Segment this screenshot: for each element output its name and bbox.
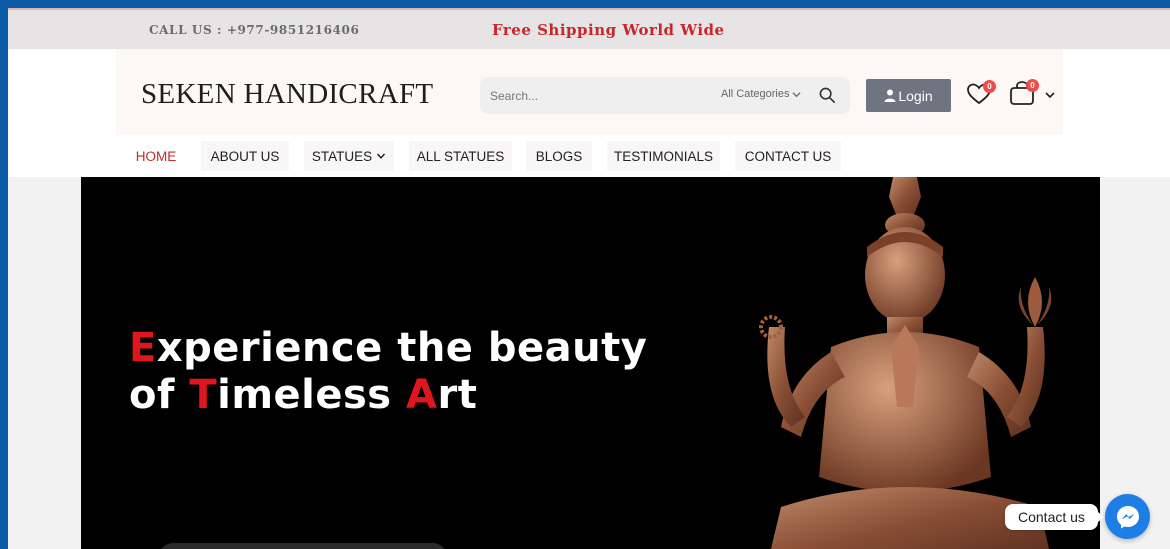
chevron-down-icon xyxy=(792,91,802,97)
browser-viewport: CALL US : +977-9851216406 Free Shipping … xyxy=(8,8,1170,549)
nav-statues[interactable]: STATUES xyxy=(304,141,394,171)
nav-all-statues-label: ALL STATUES xyxy=(416,148,505,164)
hero-headline-line2: of Timeless Art xyxy=(129,372,647,419)
nav-contact-us[interactable]: CONTACT US xyxy=(735,141,841,171)
site-header: SEKEN HANDICRAFT All Categories Login xyxy=(8,49,1170,177)
top-bar: CALL US : +977-9851216406 Free Shipping … xyxy=(8,8,1170,49)
search-input[interactable] xyxy=(490,86,690,106)
login-label: Login xyxy=(898,87,933,104)
hero-shop-button[interactable] xyxy=(159,543,447,549)
hero-line1-text: xperience the beauty xyxy=(156,325,648,371)
user-icon xyxy=(884,89,896,102)
nav-blogs-label: BLOGS xyxy=(535,148,583,164)
call-us-text[interactable]: CALL US : +977-9851216406 xyxy=(149,23,359,37)
free-shipping-text: Free Shipping World Wide xyxy=(492,21,725,39)
nav-home-label: HOME xyxy=(135,148,177,164)
messenger-button[interactable] xyxy=(1105,494,1150,539)
hero-banner[interactable]: Experience the beauty of Timeless Art xyxy=(81,177,1100,549)
hero-letter-a: A xyxy=(406,372,438,418)
hero-headline-line1: Experience the beauty xyxy=(129,325,647,372)
nav-all-statues[interactable]: ALL STATUES xyxy=(409,141,512,171)
contact-us-label[interactable]: Contact us xyxy=(1005,504,1104,530)
chevron-down-icon xyxy=(377,153,386,159)
chevron-down-icon[interactable] xyxy=(1044,89,1056,101)
hero-letter-t: T xyxy=(189,372,218,418)
nav-home[interactable]: HOME xyxy=(128,141,184,171)
cart-count-badge: 0 xyxy=(1026,79,1039,92)
nav-about-us-label: ABOUT US xyxy=(210,148,280,164)
hero-line2-rt: rt xyxy=(437,372,478,418)
nav-statues-label: STATUES xyxy=(311,148,373,164)
wishlist-count-badge: 0 xyxy=(983,80,996,93)
messenger-icon xyxy=(1116,505,1139,528)
hero-headline: Experience the beauty of Timeless Art xyxy=(129,325,647,419)
statue-image xyxy=(759,177,1052,549)
search-icon[interactable] xyxy=(818,86,836,104)
nav-testimonials-label: TESTIMONIALS xyxy=(613,148,713,164)
category-select[interactable]: All Categories xyxy=(721,88,802,100)
main-nav: HOME ABOUT US STATUES ALL STATUES BLOGS … xyxy=(8,141,1170,171)
site-logo[interactable]: SEKEN HANDICRAFT xyxy=(141,78,433,111)
nav-blogs[interactable]: BLOGS xyxy=(526,141,592,171)
nav-contact-us-label: CONTACT US xyxy=(744,148,832,164)
nav-testimonials[interactable]: TESTIMONIALS xyxy=(607,141,720,171)
login-button[interactable]: Login xyxy=(866,79,951,112)
hero-line2-timeless: imeless xyxy=(217,372,407,418)
hero-line2-of: of xyxy=(129,372,190,418)
hero-letter-e: E xyxy=(129,325,157,371)
search-bar: All Categories xyxy=(480,77,850,114)
category-select-label: All Categories xyxy=(721,88,790,100)
nav-about-us[interactable]: ABOUT US xyxy=(201,141,289,171)
